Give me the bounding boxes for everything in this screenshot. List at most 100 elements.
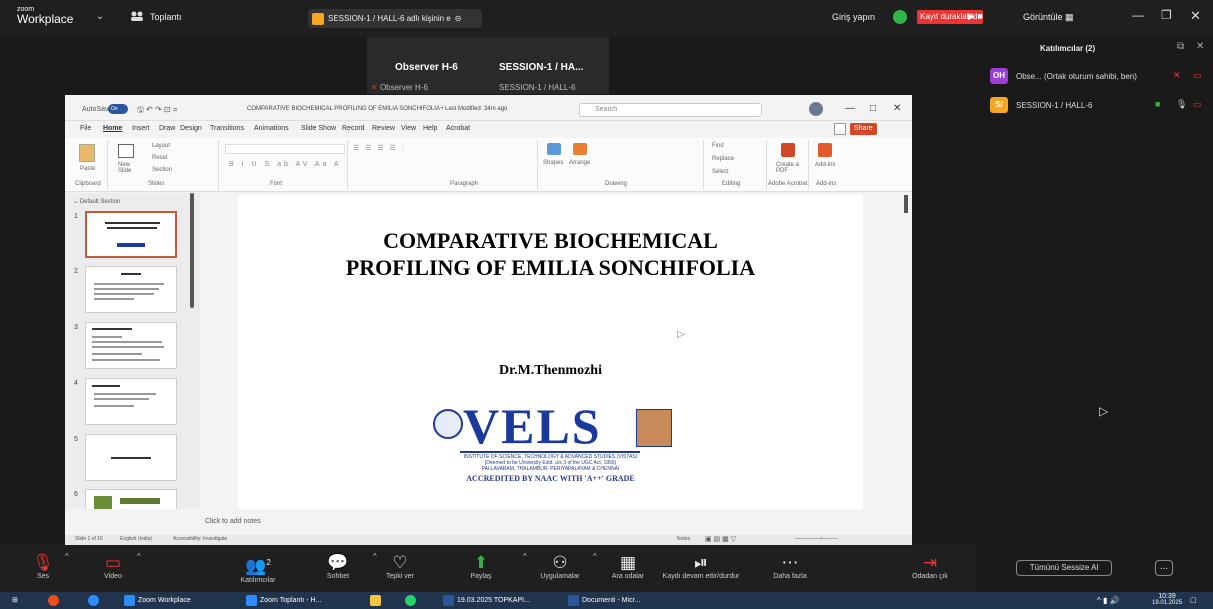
close-icon[interactable]: ✕ (1190, 8, 1201, 24)
slide-thumbnail-2[interactable] (85, 266, 177, 313)
status-accessibility[interactable]: Accessibility: Investigate (173, 536, 227, 542)
apps-button[interactable]: ⚇ Uygulamalar (530, 553, 590, 580)
sign-in-link[interactable]: Giriş yapın (832, 12, 875, 22)
font-format-buttons[interactable]: B I U S ab AV Aa A (229, 161, 342, 168)
meeting-label[interactable]: Toplantı (150, 12, 182, 22)
menu-animations[interactable]: Animations (254, 125, 289, 132)
video-off-icon[interactable]: ▭ (1193, 70, 1202, 81)
menu-insert[interactable]: Insert (132, 125, 150, 132)
muted-mic-icon[interactable]: ✕ (1173, 70, 1181, 81)
ppt-search-input[interactable]: Search (579, 103, 762, 117)
popout-icon[interactable]: ⧉ (1177, 41, 1184, 52)
taskbar-item-zoom[interactable]: Zoom Workplace (124, 592, 191, 609)
slide-scrollbar[interactable] (904, 195, 908, 213)
view-buttons[interactable]: ▣ ▤ ▦ ▽ (705, 535, 736, 543)
video-button[interactable]: ▭ Video (83, 553, 143, 580)
menu-slideshow[interactable]: Slide Show (301, 125, 336, 132)
status-language[interactable]: English (India) (120, 536, 152, 542)
replace-button[interactable]: Replace (712, 156, 734, 162)
ppt-maximize-icon[interactable]: □ (870, 103, 876, 114)
share-button[interactable]: ⬆ Paylaş (451, 553, 511, 580)
section-button[interactable]: Section (152, 167, 172, 173)
zoom-logo[interactable]: zoom Workplace (17, 6, 73, 25)
participant-name[interactable]: Obse... (Ortak oturum sahibi, ben) (1016, 72, 1137, 81)
comments-icon[interactable] (834, 123, 846, 135)
create-pdf-button[interactable]: Create a PDF (776, 162, 802, 174)
chat-button[interactable]: 💬 Sohbet (308, 553, 368, 580)
ppt-quick-access-icons[interactable]: 🖫 ↶ ↷ ⊡ = (137, 104, 178, 118)
menu-help[interactable]: Help (423, 125, 437, 132)
ppt-minimize-icon[interactable]: — (845, 103, 855, 114)
screen-share-pill[interactable]: SESSION-1 / HALL-6 adlı kişinin e ⊝ (308, 9, 482, 28)
reset-button[interactable]: Reset (152, 155, 168, 161)
user-avatar[interactable] (809, 102, 823, 116)
video-off-icon[interactable]: ▭ (1193, 99, 1202, 110)
menu-view[interactable]: View (401, 125, 416, 132)
taskbar-item-doc1[interactable]: 19.03.2025 TOPKAPI... (443, 592, 530, 609)
notifications-icon[interactable]: ▢ (1190, 592, 1197, 609)
slide-thumbnail-3[interactable] (85, 322, 177, 369)
ppt-share-button[interactable]: Share (850, 123, 877, 135)
minimize-icon[interactable]: — (1132, 8, 1144, 22)
participant-name[interactable]: SESSION-1 / HALL-6 (1016, 101, 1092, 110)
new-slide-icon[interactable] (118, 144, 134, 158)
layout-button[interactable]: Layout (152, 143, 170, 149)
font-family-select[interactable] (225, 144, 345, 154)
find-button[interactable]: Find (712, 143, 724, 149)
notes-pane[interactable] (65, 509, 912, 535)
more-icon[interactable]: ⊝ (455, 14, 462, 23)
new-slide-button[interactable]: New Slide (118, 162, 138, 174)
slide-thumbnail-1[interactable] (85, 211, 177, 258)
maximize-icon[interactable]: ❐ (1161, 8, 1172, 22)
taskbar-item-doc2[interactable]: Documenti - Micr... (568, 592, 640, 609)
status-notes[interactable]: Notes (677, 536, 690, 542)
participants-button[interactable]: 👥2 Katılımcılar (228, 553, 288, 584)
record-button[interactable]: ⏯ Kaydı devam ettir/durdur (656, 553, 746, 580)
arrange-button[interactable]: Arrange (569, 160, 590, 166)
menu-file[interactable]: File (80, 125, 91, 132)
section-label[interactable]: ⌄ Default Section (73, 198, 120, 205)
record-controls[interactable]: ▶ ■ (968, 11, 983, 22)
reactions-button[interactable]: ♡ Tepki ver (370, 553, 430, 580)
addins-button[interactable]: Add-ins (815, 162, 835, 168)
clock[interactable]: 10:39 19.01.2025 (1152, 592, 1182, 609)
addins-icon[interactable] (818, 143, 832, 157)
paste-button[interactable]: Paste (80, 166, 95, 172)
menu-acrobat[interactable]: Acrobat (446, 125, 470, 132)
menu-review[interactable]: Review (372, 125, 395, 132)
mute-all-button[interactable]: Tümünü Sessize Al (1016, 560, 1112, 576)
zoom-slider[interactable]: —————+——— (795, 536, 838, 542)
autosave-toggle[interactable]: On (108, 104, 128, 114)
thumbnail-scrollbar[interactable] (190, 193, 194, 308)
audio-button[interactable]: 🎙 Ses (13, 553, 73, 580)
slide-thumbnail-5[interactable] (85, 434, 177, 481)
shield-icon[interactable] (893, 10, 907, 24)
panel-close-icon[interactable]: ✕ (1196, 41, 1204, 52)
stop-icon[interactable]: ■ (977, 11, 982, 21)
screen-share-icon[interactable]: ■ (1155, 99, 1160, 109)
chevron-down-icon[interactable]: ⌄ (96, 11, 104, 22)
shapes-icon[interactable] (547, 143, 561, 155)
leave-button[interactable]: ⇥ Odadan çık (900, 553, 960, 580)
browser-icon[interactable] (88, 592, 102, 609)
slide-thumbnail-4[interactable] (85, 378, 177, 425)
menu-home[interactable]: Home (103, 125, 122, 132)
chevron-up-icon[interactable]: ^ (593, 552, 597, 561)
view-button[interactable]: Görüntüle ▦ (1023, 12, 1074, 23)
app-icon[interactable] (48, 592, 62, 609)
chevron-up-icon[interactable]: ^ (65, 552, 69, 561)
mic-icon[interactable]: 🎙 (1176, 99, 1187, 110)
shapes-button[interactable]: Shapes (543, 160, 563, 166)
pdf-icon[interactable] (781, 143, 795, 157)
paragraph-buttons[interactable]: ☰ ☰ ☰ ☰ ⫶ (353, 144, 406, 153)
arrange-icon[interactable] (573, 143, 587, 155)
play-icon[interactable]: ▶ (968, 11, 975, 21)
ppt-close-icon[interactable]: ✕ (893, 103, 901, 114)
more-options-button[interactable]: ... (1155, 560, 1173, 576)
tray-icons[interactable]: ^ ▮ 🔊 (1097, 592, 1120, 609)
menu-record[interactable]: Record (342, 125, 365, 132)
file-explorer-icon[interactable] (370, 592, 384, 609)
chevron-up-icon[interactable]: ^ (137, 552, 141, 561)
whatsapp-icon[interactable] (405, 592, 419, 609)
chevron-up-icon[interactable]: ^ (523, 552, 527, 561)
